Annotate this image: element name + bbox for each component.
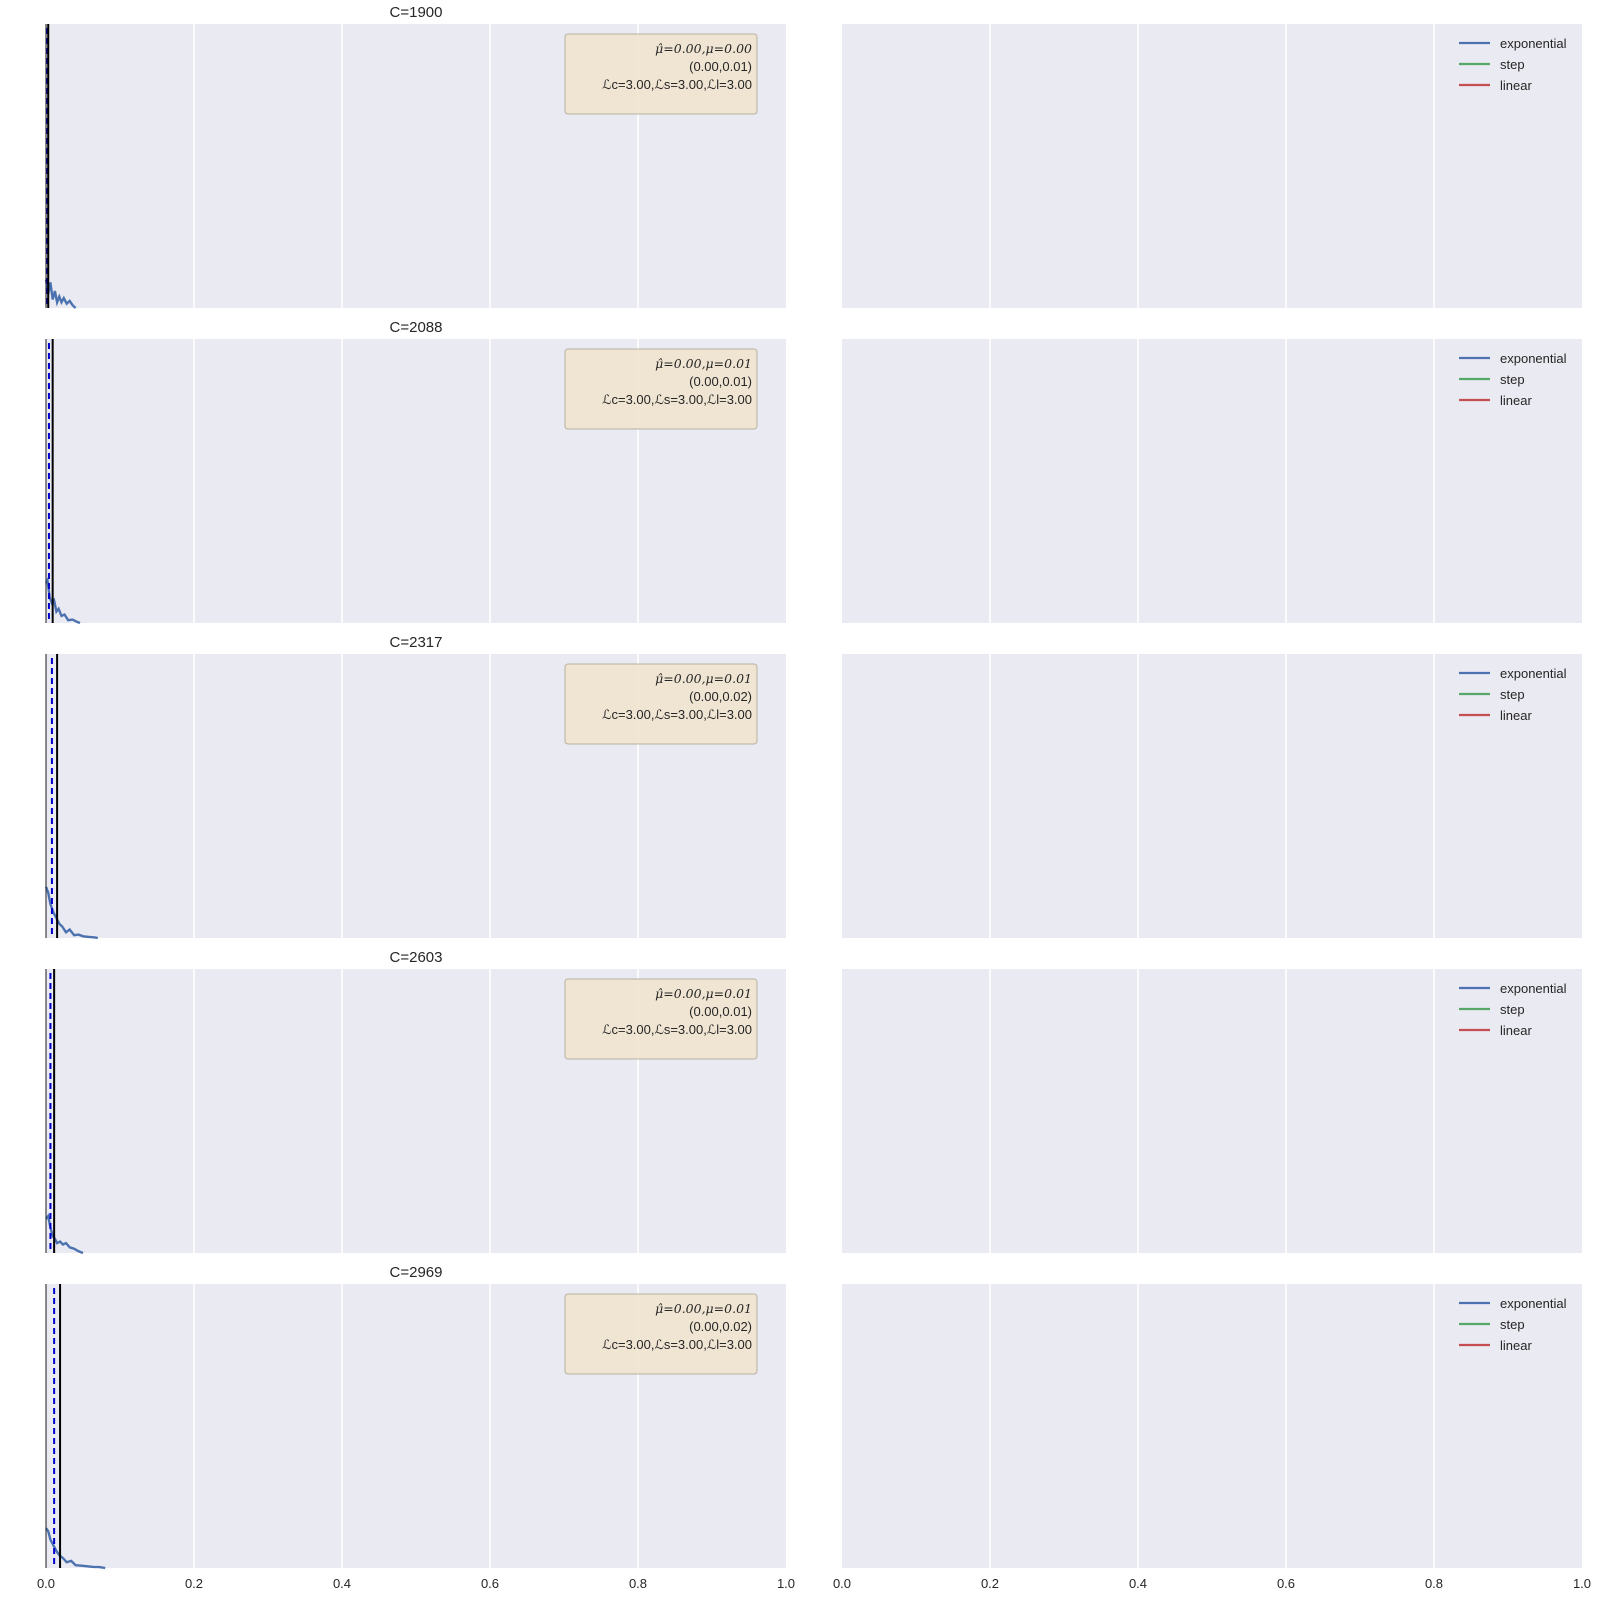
legend-label: exponential	[1500, 666, 1567, 681]
legend-label: linear	[1500, 1023, 1532, 1038]
density-panel: C=2603 μ̂=0.00,μ=0.01 (0.00,0.01) ℒc=3.00,ℒ…	[45, 949, 786, 1255]
annotation-line-3: ℒc=3.00,ℒs=3.00,ℒl=3.00	[602, 392, 752, 407]
plot-area	[842, 1284, 1582, 1568]
legend-label: exponential	[1500, 1296, 1567, 1311]
left-x-tick-label: 1.0	[777, 1576, 795, 1591]
left-x-tick-label: 0.0	[37, 1576, 55, 1591]
legend-panel: exponential step linear	[842, 339, 1582, 623]
panel-row-4: C=2603 μ̂=0.00,μ=0.01 (0.00,0.01) ℒc=3.00,ℒ…	[45, 949, 1582, 1255]
annotation-line-3: ℒc=3.00,ℒs=3.00,ℒl=3.00	[602, 1022, 752, 1037]
annotation-line-3: ℒc=3.00,ℒs=3.00,ℒl=3.00	[602, 707, 752, 722]
right-x-tick-label: 0.6	[1277, 1576, 1295, 1591]
annotation-line-1: μ̂=0.00,μ=0.01	[655, 356, 752, 371]
annotation-line-3: ℒc=3.00,ℒs=3.00,ℒl=3.00	[602, 77, 752, 92]
annotation-box: μ̂=0.00,μ=0.00 (0.00,0.01) ℒc=3.00,ℒs=3.00…	[564, 33, 758, 115]
legend-label: exponential	[1500, 351, 1567, 366]
panel-row-5: C=2969 μ̂=0.00,μ=0.01 (0.00,0.02) ℒc=3.00,ℒ…	[45, 1264, 1582, 1570]
right-x-tick-label: 1.0	[1573, 1576, 1591, 1591]
right-x-tick-label: 0.0	[833, 1576, 851, 1591]
plot-area	[842, 24, 1582, 308]
density-panel: C=2088 μ̂=0.00,μ=0.01 (0.00,0.01) ℒc=3.00,ℒ…	[44, 319, 786, 625]
density-panel: C=2317 μ̂=0.00,μ=0.01 (0.00,0.02) ℒc=3.00,ℒ…	[44, 634, 786, 940]
annotation-line-2: (0.00,0.01)	[689, 59, 752, 74]
panel-title: C=2969	[390, 1264, 443, 1281]
legend-label: step	[1500, 1002, 1525, 1017]
annotation-box: μ̂=0.00,μ=0.01 (0.00,0.02) ℒc=3.00,ℒs=3.00…	[564, 663, 758, 745]
legend-panel: exponential step linear	[842, 24, 1582, 308]
panel-row-1: C=1900 μ̂=0.00,μ=0.00 (0.00,0.01) ℒc=3.00,ℒ…	[44, 4, 1582, 309]
annotation-box: μ̂=0.00,μ=0.01 (0.00,0.01) ℒc=3.00,ℒs=3.00…	[564, 348, 758, 430]
annotation-box: μ̂=0.00,μ=0.01 (0.00,0.02) ℒc=3.00,ℒs=3.00…	[564, 1293, 758, 1375]
figure: C=1900 μ̂=0.00,μ=0.00 (0.00,0.01) ℒc=3.00,ℒ…	[37, 4, 1591, 1591]
annotation-line-1: μ̂=0.00,μ=0.01	[655, 1301, 752, 1316]
panel-row-3: C=2317 μ̂=0.00,μ=0.01 (0.00,0.02) ℒc=3.00,ℒ…	[44, 634, 1582, 940]
plot-area	[842, 339, 1582, 623]
right-x-tick-label: 0.8	[1425, 1576, 1443, 1591]
right-x-tick-label: 0.2	[981, 1576, 999, 1591]
annotation-line-1: μ̂=0.00,μ=0.01	[655, 671, 752, 686]
left-x-tick-label: 0.4	[333, 1576, 351, 1591]
panel-title: C=2088	[390, 319, 443, 336]
annotation-line-1: μ̂=0.00,μ=0.01	[655, 986, 752, 1001]
annotation-line-2: (0.00,0.01)	[689, 1004, 752, 1019]
density-panel: C=2969 μ̂=0.00,μ=0.01 (0.00,0.02) ℒc=3.00,ℒ…	[45, 1264, 786, 1570]
panel-row-2: C=2088 μ̂=0.00,μ=0.01 (0.00,0.01) ℒc=3.00,ℒ…	[44, 319, 1582, 625]
left-x-tick-label: 0.8	[629, 1576, 647, 1591]
plot-area	[842, 969, 1582, 1253]
legend-label: step	[1500, 1317, 1525, 1332]
legend-label: linear	[1500, 708, 1532, 723]
left-x-tick-label: 0.6	[481, 1576, 499, 1591]
annotation-line-3: ℒc=3.00,ℒs=3.00,ℒl=3.00	[602, 1337, 752, 1352]
annotation-line-2: (0.00,0.02)	[689, 1319, 752, 1334]
annotation-line-2: (0.00,0.02)	[689, 689, 752, 704]
plot-area	[842, 654, 1582, 938]
legend-label: step	[1500, 57, 1525, 72]
annotation-line-2: (0.00,0.01)	[689, 374, 752, 389]
legend-label: linear	[1500, 1338, 1532, 1353]
left-x-tick-label: 0.2	[185, 1576, 203, 1591]
panel-title: C=2603	[390, 949, 443, 966]
right-x-tick-label: 0.4	[1129, 1576, 1147, 1591]
legend-panel: exponential step linear	[842, 969, 1582, 1253]
legend-label: linear	[1500, 393, 1532, 408]
panel-title: C=1900	[390, 4, 443, 21]
legend-label: step	[1500, 687, 1525, 702]
panel-title: C=2317	[390, 634, 443, 651]
legend-panel: exponential step linear	[842, 1284, 1582, 1568]
legend-label: exponential	[1500, 981, 1567, 996]
legend-panel: exponential step linear	[842, 654, 1582, 938]
annotation-line-1: μ̂=0.00,μ=0.00	[655, 41, 752, 56]
legend-label: linear	[1500, 78, 1532, 93]
annotation-box: μ̂=0.00,μ=0.01 (0.00,0.01) ℒc=3.00,ℒs=3.00…	[564, 978, 758, 1060]
legend-label: exponential	[1500, 36, 1567, 51]
legend-label: step	[1500, 372, 1525, 387]
density-panel: C=1900 μ̂=0.00,μ=0.00 (0.00,0.01) ℒc=3.00,ℒ…	[44, 4, 786, 309]
